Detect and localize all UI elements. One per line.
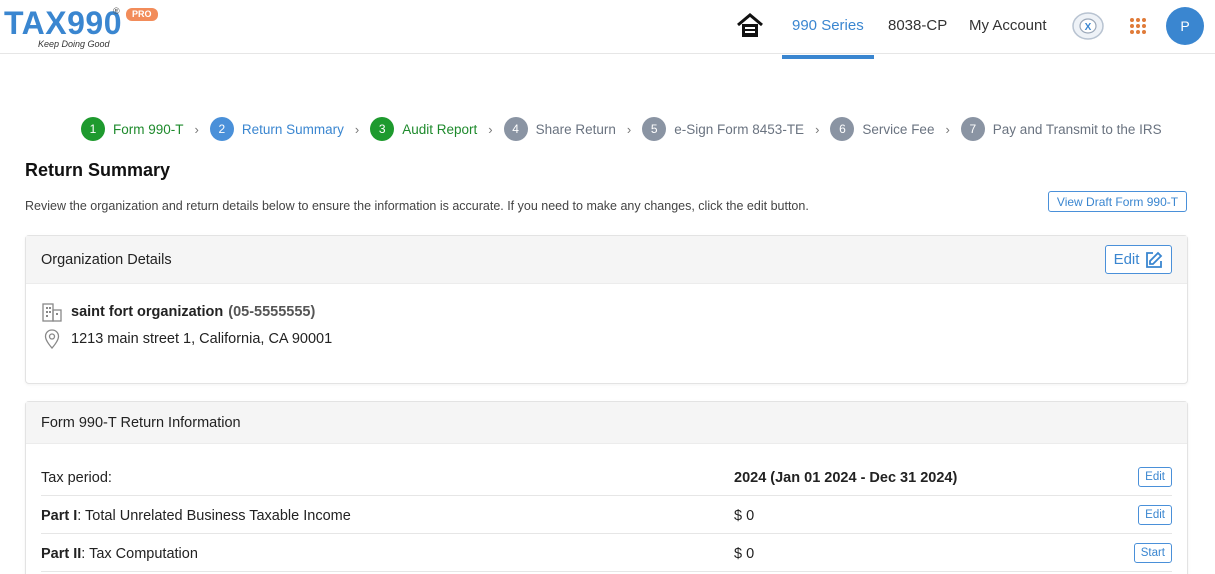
step-pay-transmit[interactable]: 7 Pay and Transmit to the IRS xyxy=(960,117,1162,141)
step-chevron-icon: › xyxy=(815,121,820,137)
row-label-bold: Tax period xyxy=(41,470,108,486)
step-label: Share Return xyxy=(535,121,616,137)
step-chevron-icon: › xyxy=(354,121,360,137)
row-label-rest: : xyxy=(107,470,112,486)
tax-period-value: 2024 (Jan 01 2024 - Dec 31 2024) xyxy=(734,470,958,486)
step-label: e-Sign Form 8453-TE xyxy=(674,121,805,137)
organization-details-card: Organization Details Edit saint fort org… xyxy=(25,235,1188,384)
row-label-bold: Part II xyxy=(41,546,82,562)
edit-part-i-button[interactable]: Edit xyxy=(1138,505,1172,525)
step-chevron-icon: › xyxy=(626,121,632,137)
row-label: Part I: Total Unrelated Business Taxable… xyxy=(41,508,351,524)
pro-badge: PRO xyxy=(126,8,158,21)
step-form-990t[interactable]: 1 Form 990-T xyxy=(81,117,184,141)
edit-organization-button[interactable]: Edit xyxy=(1105,245,1172,274)
top-header: TAX990 ® PRO Keep Doing Good 990 Series … xyxy=(0,0,1215,54)
edit-pencil-icon xyxy=(1146,251,1163,268)
card-title: Organization Details xyxy=(41,252,172,268)
step-label: Audit Report xyxy=(402,121,478,137)
svg-text:X: X xyxy=(1085,22,1092,33)
building-icon xyxy=(42,303,62,322)
step-return-summary[interactable]: 2 Return Summary xyxy=(209,117,344,141)
page-title: Return Summary xyxy=(25,160,171,180)
tax990-logo[interactable]: TAX990 ® PRO Keep Doing Good xyxy=(4,4,164,50)
step-esign-8453te[interactable]: 5 e-Sign Form 8453-TE xyxy=(642,117,804,141)
card-header: Organization Details Edit xyxy=(26,236,1187,284)
location-pin-icon xyxy=(44,329,60,349)
nav-my-account[interactable]: My Account xyxy=(969,17,1047,34)
logo-tagline: Keep Doing Good xyxy=(38,39,110,49)
nav-8038-cp[interactable]: 8038-CP xyxy=(888,17,947,34)
step-number: 5 xyxy=(642,117,667,141)
step-chevron-icon: › xyxy=(945,121,950,137)
home-icon[interactable] xyxy=(736,12,764,40)
step-audit-report[interactable]: 3 Audit Report xyxy=(370,117,477,141)
part-i-row: Part I: Total Unrelated Business Taxable… xyxy=(41,496,1172,534)
nav-990-series[interactable]: 990 Series xyxy=(792,17,864,34)
logo-text: TAX990 xyxy=(4,5,123,41)
apps-grid-icon[interactable] xyxy=(1130,18,1146,34)
step-label: Return Summary xyxy=(241,121,344,137)
step-label: Form 990-T xyxy=(113,121,184,137)
organization-address: 1213 main street 1, California, CA 90001 xyxy=(71,331,333,347)
step-chevron-icon: › xyxy=(488,121,493,137)
step-number: 7 xyxy=(960,117,985,141)
step-label: Service Fee xyxy=(862,121,935,137)
return-information-card: Form 990-T Return Information Tax period… xyxy=(25,401,1188,574)
row-label-bold: Part I xyxy=(41,508,78,524)
edit-label: Edit xyxy=(1113,251,1140,268)
part-i-value: $ 0 xyxy=(734,508,755,524)
org-name-row: saint fort organization (05-5555555) xyxy=(41,302,315,322)
card-header: Form 990-T Return Information xyxy=(26,402,1187,444)
step-number: 4 xyxy=(503,117,528,141)
user-avatar[interactable]: P xyxy=(1166,7,1204,45)
support-wheel-icon[interactable]: X xyxy=(1070,9,1106,43)
card-title: Form 990-T Return Information xyxy=(41,415,241,431)
step-number: 6 xyxy=(830,117,855,141)
organization-name: saint fort organization xyxy=(71,304,224,320)
tax-period-row: Tax period: 2024 (Jan 01 2024 - Dec 31 2… xyxy=(41,458,1172,496)
step-service-fee[interactable]: 6 Service Fee xyxy=(830,117,934,141)
view-draft-form-button[interactable]: View Draft Form 990-T xyxy=(1048,191,1187,212)
step-number: 1 xyxy=(81,117,105,141)
step-number: 2 xyxy=(209,117,234,141)
row-label-rest: : Tax Computation xyxy=(81,546,198,562)
step-number: 3 xyxy=(370,117,395,141)
step-share-return[interactable]: 4 Share Return xyxy=(503,117,616,141)
progress-stepper: 1 Form 990-T › 2 Return Summary › 3 Audi… xyxy=(81,117,1162,141)
start-part-ii-button[interactable]: Start xyxy=(1133,543,1172,563)
part-ii-row: Part II: Tax Computation $ 0 Start xyxy=(41,534,1172,572)
row-label-rest: : Total Unrelated Business Taxable Incom… xyxy=(77,508,351,524)
organization-ein: (05-5555555) xyxy=(228,304,316,320)
step-chevron-icon: › xyxy=(194,121,199,137)
edit-tax-period-button[interactable]: Edit xyxy=(1138,467,1172,487)
part-ii-value: $ 0 xyxy=(734,546,755,562)
page-description: Review the organization and return detai… xyxy=(25,199,809,213)
registered-mark: ® xyxy=(113,6,120,16)
step-label: Pay and Transmit to the IRS xyxy=(992,121,1162,137)
row-label: Part II: Tax Computation xyxy=(41,546,198,562)
row-label: Tax period: xyxy=(41,470,112,486)
active-nav-underline xyxy=(782,55,874,59)
org-address-row: 1213 main street 1, California, CA 90001 xyxy=(41,329,332,349)
